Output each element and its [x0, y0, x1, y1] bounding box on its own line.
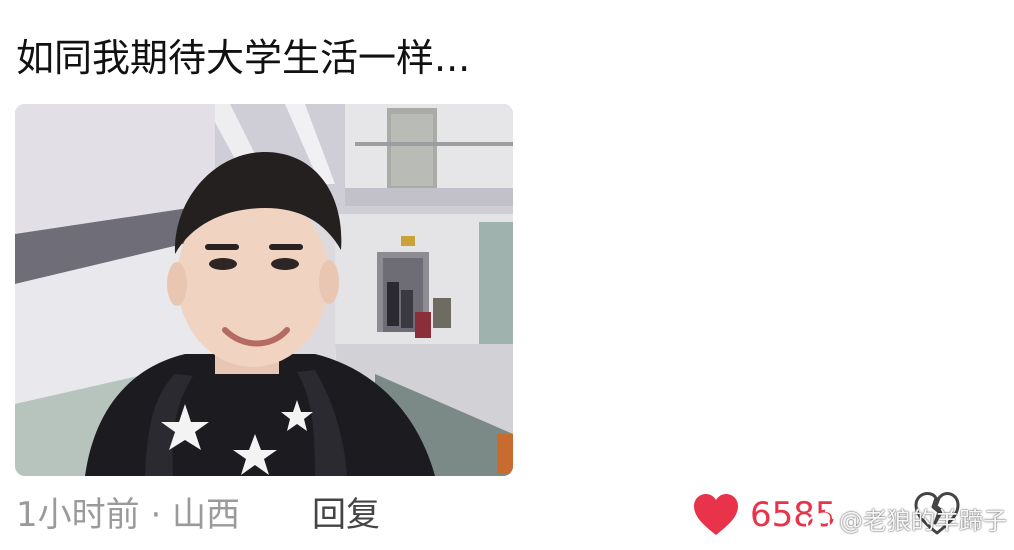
time-location: 1小时前 · 山西	[16, 495, 241, 535]
heart-icon	[694, 494, 738, 535]
comment-image[interactable]	[15, 104, 513, 476]
watermark-text: @老狼的羊蹄子	[839, 507, 1007, 535]
weibo-logo-icon	[805, 509, 835, 534]
watermark: @老狼的羊蹄子	[805, 505, 1007, 537]
comment-text: 如同我期待大学生活一样...	[16, 36, 471, 80]
reply-button[interactable]: 回复	[312, 490, 380, 540]
photo-illustration	[15, 104, 513, 476]
